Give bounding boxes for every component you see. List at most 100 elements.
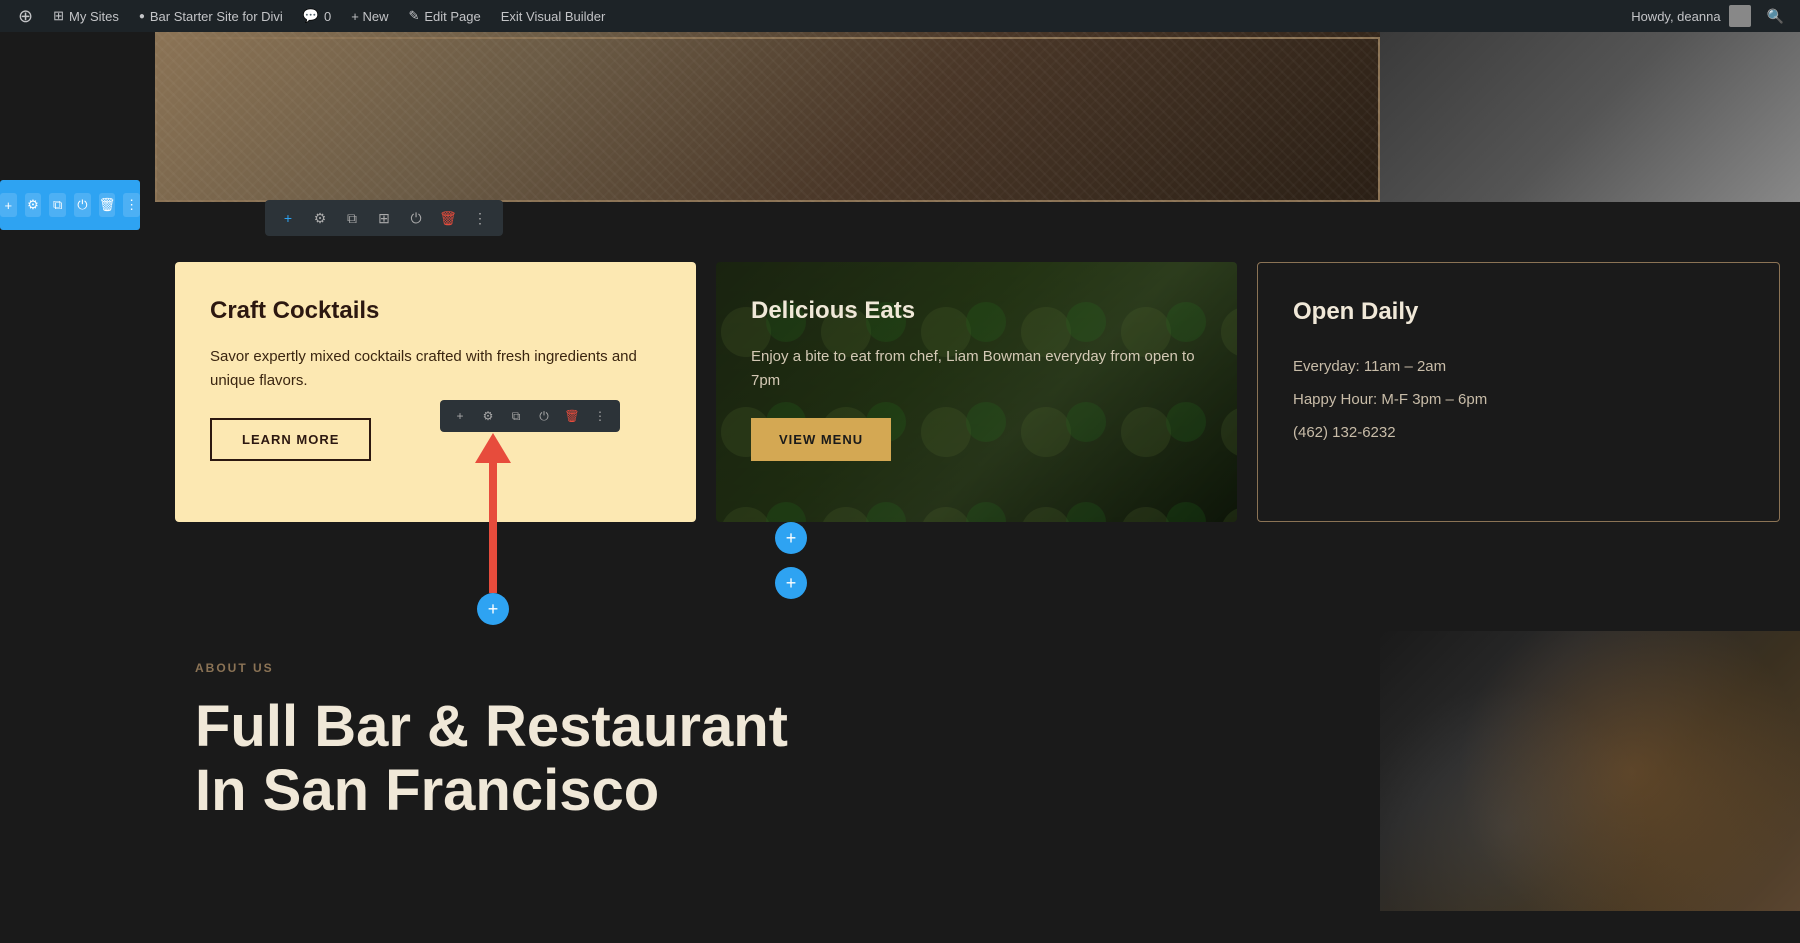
border-overlay (155, 37, 1380, 202)
settings-icon: ⚙ (27, 197, 39, 213)
craft-cocktails-card: Craft Cocktails Savor expertly mixed coc… (175, 262, 696, 522)
add-row-icon-2: + (786, 573, 797, 594)
add-icon: + (5, 198, 13, 213)
hours-item-2: Happy Hour: M-F 3pm – 6pm (1293, 389, 1744, 410)
about-title: Full Bar & Restaurant In San Francisco (195, 695, 1340, 823)
arrow-line (489, 463, 497, 593)
add-row-btn-2[interactable]: + (775, 567, 807, 599)
hours-item-1: Everyday: 11am – 2am (1293, 356, 1744, 377)
add-below-btn[interactable]: + (477, 593, 509, 625)
edit-page-item[interactable]: ✎ Edit Page (398, 0, 490, 32)
row-cols-btn[interactable]: ⊞ (371, 205, 397, 231)
row-add-icon: + (284, 210, 292, 226)
more-icon: ⋮ (125, 197, 138, 213)
site-icon: ● (139, 11, 145, 22)
exit-builder-label: Exit Visual Builder (501, 9, 606, 24)
module-more-btn[interactable]: ⋮ (588, 404, 612, 428)
section-add-btn[interactable]: + (0, 193, 17, 217)
row-toggle-btn[interactable]: ⏻ (403, 205, 429, 231)
learn-more-module: + ⚙ ⧉ ⏻ 🗑 ⋮ (210, 418, 661, 461)
module-settings-btn[interactable]: ⚙ (476, 404, 500, 428)
view-menu-button[interactable]: VIEW MENU (751, 418, 891, 461)
add-row-icon-1: + (786, 528, 797, 549)
about-title-line1: Full Bar & Restaurant (195, 694, 788, 759)
section-settings-btn[interactable]: ⚙ (25, 193, 42, 217)
comments-item[interactable]: 💬 0 (293, 0, 341, 32)
row-settings-icon: ⚙ (314, 210, 327, 227)
row-add-btn[interactable]: + (275, 205, 301, 231)
about-text-area: ABOUT US Full Bar & Restaurant In San Fr… (155, 631, 1380, 911)
module-toggle-btn[interactable]: ⏻ (532, 404, 556, 428)
howdy-text: Howdy, deanna (1631, 9, 1720, 24)
new-item[interactable]: + New (341, 0, 398, 32)
network-icon: ⊞ (53, 8, 64, 24)
main-content: + ⚙ ⧉ ⏻ 🗑 ⋮ + ⚙ ⧉ ⊞ ⏻ (0, 32, 1800, 911)
hours-item-3: (462) 132-6232 (1293, 422, 1744, 443)
top-image-rock (1380, 32, 1800, 202)
add-row-btn-1[interactable]: + (775, 522, 807, 554)
open-daily-title: Open Daily (1293, 298, 1744, 326)
module-settings-icon: ⚙ (483, 409, 494, 423)
section-clone-btn[interactable]: ⧉ (49, 193, 66, 217)
about-section: ABOUT US Full Bar & Restaurant In San Fr… (155, 631, 1800, 911)
delicious-eats-card: Delicious Eats Enjoy a bite to eat from … (716, 262, 1237, 522)
top-image-crystal (155, 32, 1380, 202)
my-sites-label: My Sites (69, 9, 119, 24)
about-title-line2: In San Francisco (195, 758, 659, 823)
craft-cocktails-title: Craft Cocktails (210, 297, 661, 325)
my-sites-item[interactable]: ⊞ My Sites (43, 0, 129, 32)
row-delete-btn[interactable]: 🗑 (435, 205, 461, 231)
arrow-head (475, 433, 511, 463)
admin-bar: ⊕ ⊞ My Sites ● Bar Starter Site for Divi… (0, 0, 1800, 32)
row-delete-icon: 🗑 (439, 210, 457, 227)
clone-icon: ⧉ (53, 197, 62, 213)
comments-count: 0 (324, 9, 331, 24)
section-toggle-btn[interactable]: ⏻ (74, 193, 91, 217)
pencil-icon: ✎ (408, 8, 419, 24)
row-clone-btn[interactable]: ⧉ (339, 205, 365, 231)
delicious-eats-description: Enjoy a bite to eat from chef, Liam Bowm… (751, 345, 1202, 393)
site-name-label: Bar Starter Site for Divi (150, 9, 283, 24)
craft-cocktails-description: Savor expertly mixed cocktails crafted w… (210, 345, 661, 393)
user-avatar[interactable] (1729, 5, 1751, 27)
wp-logo-icon: ⊕ (18, 6, 33, 27)
delete-icon: 🗑 (99, 197, 116, 213)
module-toolbar[interactable]: + ⚙ ⧉ ⏻ 🗑 ⋮ (440, 400, 620, 432)
row-settings-btn[interactable]: ⚙ (307, 205, 333, 231)
row-toggle-icon: ⏻ (410, 210, 421, 227)
row-more-btn[interactable]: ⋮ (467, 205, 493, 231)
top-image-section (155, 32, 1800, 202)
open-daily-card: Open Daily Everyday: 11am – 2am Happy Ho… (1257, 262, 1780, 522)
three-col-section: Craft Cocktails Savor expertly mixed coc… (155, 242, 1800, 542)
delicious-eats-title: Delicious Eats (751, 297, 1202, 325)
about-image (1380, 631, 1800, 911)
comments-icon: 💬 (303, 8, 319, 24)
module-add-btn[interactable]: + (448, 404, 472, 428)
site-name-item[interactable]: ● Bar Starter Site for Divi (129, 0, 293, 32)
row-more-icon: ⋮ (473, 210, 487, 227)
row-cols-icon: ⊞ (378, 210, 390, 227)
exit-builder-item[interactable]: Exit Visual Builder (491, 0, 616, 32)
module-delete-icon: 🗑 (564, 409, 579, 423)
module-delete-btn[interactable]: 🗑 (560, 404, 584, 428)
wp-logo-item[interactable]: ⊕ (8, 0, 43, 32)
module-clone-btn[interactable]: ⧉ (504, 404, 528, 428)
learn-more-button[interactable]: LEARN MORE (210, 418, 371, 461)
search-icon[interactable]: 🔍 (1759, 8, 1792, 25)
section-toolbar[interactable]: + ⚙ ⧉ ⏻ 🗑 ⋮ (0, 180, 140, 230)
module-add-icon: + (456, 409, 463, 423)
row-clone-icon: ⧉ (347, 210, 357, 227)
module-toggle-icon: ⏻ (539, 409, 549, 424)
arrow-indicator: + (475, 433, 511, 625)
module-clone-icon: ⧉ (512, 409, 521, 424)
add-below-icon: + (488, 599, 499, 620)
section-delete-btn[interactable]: 🗑 (99, 193, 116, 217)
section-more-btn[interactable]: ⋮ (123, 193, 140, 217)
hours-list: Everyday: 11am – 2am Happy Hour: M-F 3pm… (1293, 356, 1744, 443)
toggle-icon: ⏻ (77, 197, 87, 213)
about-label: ABOUT US (195, 661, 1340, 675)
module-more-icon: ⋮ (594, 409, 606, 423)
row-toolbar[interactable]: + ⚙ ⧉ ⊞ ⏻ 🗑 ⋮ (265, 200, 503, 236)
edit-page-label: Edit Page (424, 9, 480, 24)
new-label: + New (351, 9, 388, 24)
